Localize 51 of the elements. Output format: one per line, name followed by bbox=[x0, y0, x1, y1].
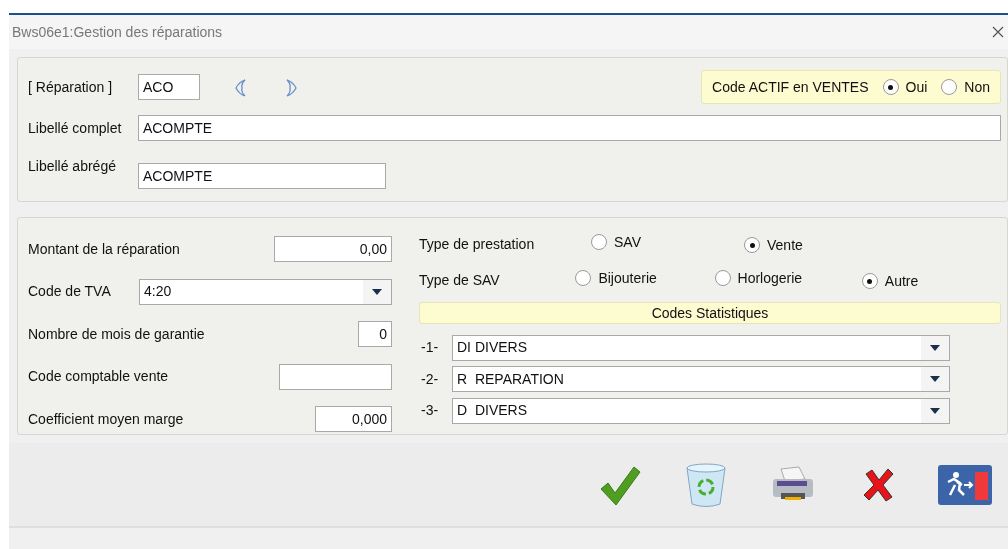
dropdown-field[interactable]: D DIVERS bbox=[452, 397, 950, 424]
active-code-label: Code ACTIF en VENTES bbox=[712, 77, 869, 97]
window-title: Bws06e1:Gestion des réparations bbox=[12, 22, 223, 42]
field-label: Type de prestation bbox=[419, 234, 536, 254]
radio-label: SAV bbox=[614, 232, 641, 252]
radio-label: Bijouterie bbox=[598, 268, 657, 288]
field-label: Code de TVA bbox=[28, 282, 112, 302]
number-field[interactable]: 0 bbox=[358, 321, 392, 348]
code-field[interactable]: ACO bbox=[138, 74, 200, 100]
stats-header: Codes Statistiques bbox=[419, 302, 1001, 324]
row-index: -2- bbox=[420, 369, 440, 389]
radio-label: Autre bbox=[884, 271, 919, 291]
text-field[interactable]: ACOMPTE bbox=[138, 163, 386, 189]
dropdown-arrow-icon[interactable] bbox=[930, 344, 940, 351]
field-label: Code comptable vente bbox=[28, 367, 169, 387]
text-field[interactable] bbox=[279, 363, 392, 390]
dropdown-arrow-icon[interactable] bbox=[930, 376, 940, 383]
field-label: Montant de la réparation bbox=[28, 239, 180, 259]
exit-icon bbox=[937, 464, 992, 505]
close-icon[interactable] bbox=[992, 26, 1004, 38]
recycle-bin-icon bbox=[684, 461, 729, 508]
dropdown-field[interactable]: DI DIVERS bbox=[452, 334, 950, 361]
field-label: Coefficient moyen marge bbox=[28, 409, 184, 429]
radio-option[interactable]: Bijouterie bbox=[575, 267, 657, 289]
text-field[interactable]: ACOMPTE bbox=[137, 115, 1001, 141]
radio-label: Horlogerie bbox=[737, 268, 803, 288]
field-label: Libellé complet bbox=[28, 118, 123, 138]
field-label: Type de SAV bbox=[419, 270, 501, 290]
radio-option[interactable]: Non bbox=[941, 76, 990, 98]
radio-option[interactable]: Horlogerie bbox=[714, 267, 803, 289]
number-field[interactable]: 0,00 bbox=[274, 236, 392, 263]
radio-option[interactable]: Oui bbox=[882, 76, 928, 98]
radio-label: Vente bbox=[767, 235, 803, 255]
row-index: -1- bbox=[420, 338, 440, 358]
code-label: [ Réparation ] bbox=[28, 77, 114, 97]
dropdown-arrow-icon[interactable] bbox=[930, 407, 940, 414]
row-index: -3- bbox=[420, 401, 440, 421]
dropdown-field[interactable]: 4:20 bbox=[139, 278, 392, 305]
radio-label: Oui bbox=[905, 77, 928, 97]
dropdown-arrow-icon[interactable] bbox=[372, 288, 382, 295]
number-field[interactable]: 0,000 bbox=[315, 406, 392, 433]
chevron-left-icon bbox=[233, 77, 247, 98]
cross-icon bbox=[861, 467, 896, 502]
radio-option[interactable]: Autre bbox=[861, 270, 919, 292]
chevron-right-icon bbox=[285, 77, 299, 98]
radio-option[interactable]: Vente bbox=[744, 234, 803, 256]
radio-label: Non bbox=[964, 77, 990, 97]
field-label: Nombre de mois de garantie bbox=[28, 324, 205, 344]
field-label: Libellé abrégé bbox=[28, 157, 117, 176]
radio-option[interactable]: SAV bbox=[591, 231, 641, 253]
dropdown-field[interactable]: R REPARATION bbox=[452, 366, 950, 393]
